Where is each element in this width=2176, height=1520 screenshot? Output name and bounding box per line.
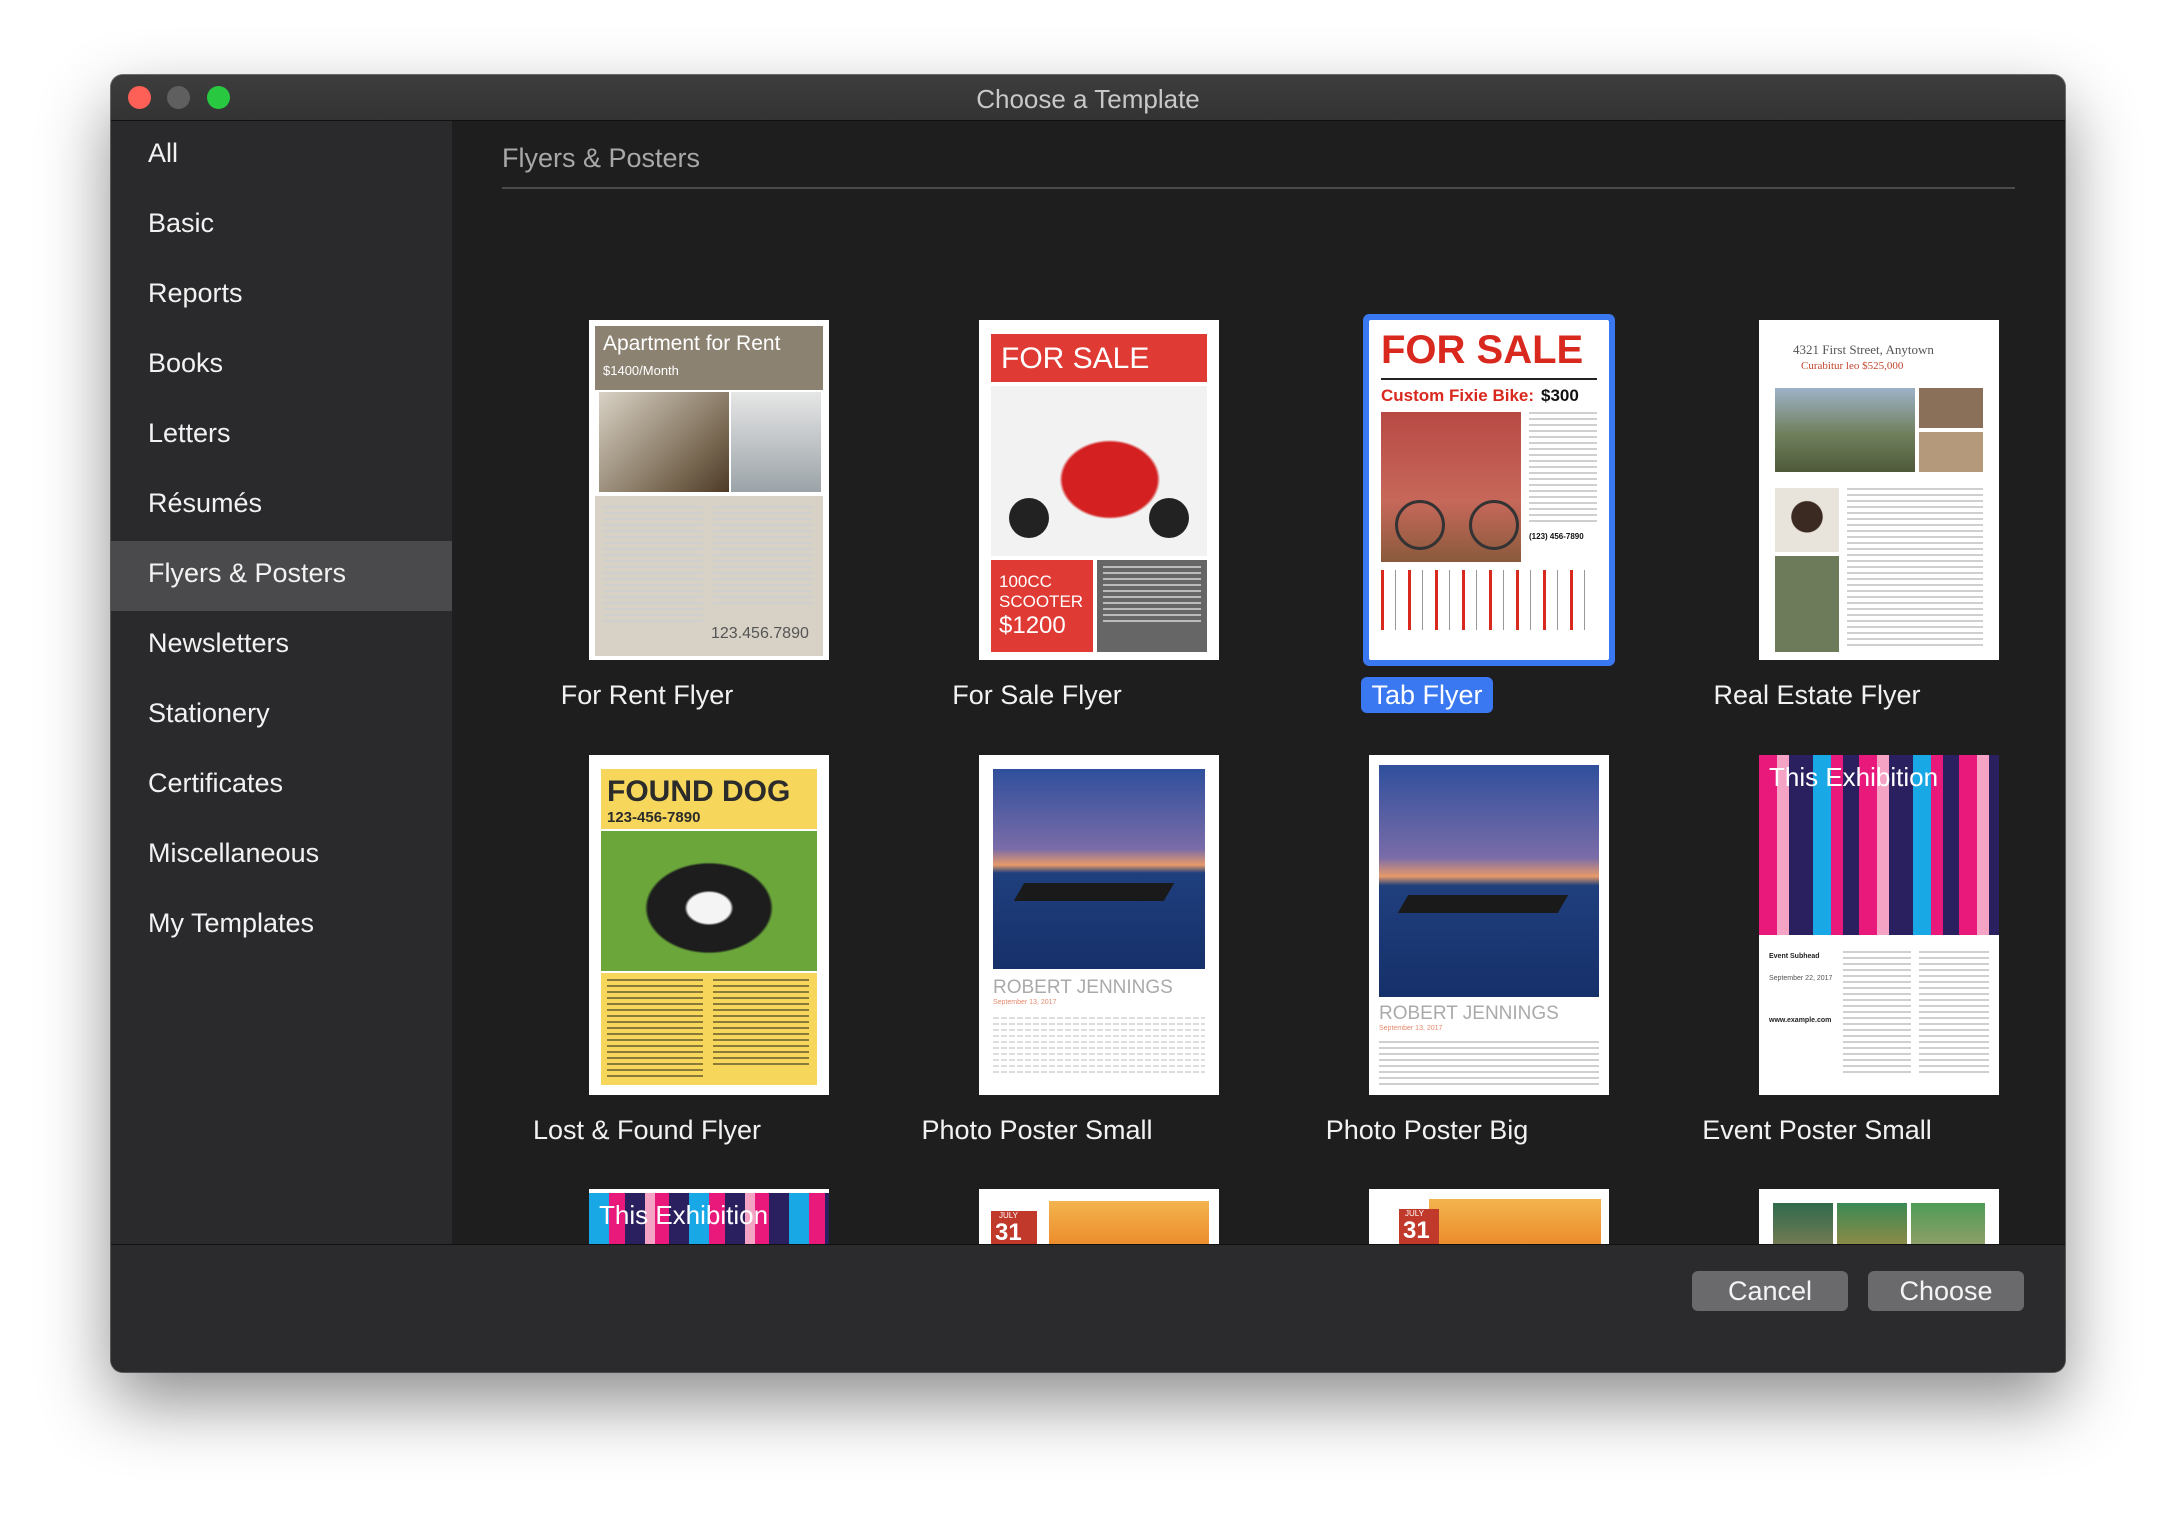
title-bar: Choose a Template — [111, 75, 2065, 121]
template-thumbnail[interactable]: FOR SALE Custom Fixie Bike: $300 (123) 4… — [1232, 320, 1622, 660]
template-thumbnail[interactable]: FOUND DOG 123-456-7890 — [452, 755, 842, 1095]
cancel-button[interactable]: Cancel — [1692, 1271, 1848, 1311]
window-title: Choose a Template — [976, 84, 1200, 114]
sidebar-item-flyers-posters[interactable]: Flyers & Posters — [111, 541, 452, 611]
template-thumbnail[interactable]: ROBERT JENNINGS September 13, 2017 — [1232, 755, 1622, 1095]
choose-button[interactable]: Choose — [1868, 1271, 2024, 1311]
sidebar-item-certificates[interactable]: Certificates — [111, 751, 452, 821]
template-label: Photo Poster Big — [1325, 1115, 1529, 1145]
template-thumbnail[interactable]: 4321 First Street, Anytown Curabitur leo… — [1622, 320, 2012, 660]
sidebar-item-miscellaneous[interactable]: Miscellaneous — [111, 821, 452, 891]
dialog-footer: Cancel Choose — [111, 1244, 2065, 1372]
template-label: Lost & Found Flyer — [532, 1115, 762, 1145]
template-label: Tab Flyer — [1232, 677, 1622, 713]
sidebar-item-books[interactable]: Books — [111, 331, 452, 401]
template-label: Event Poster Small — [1702, 1115, 1932, 1145]
template-chooser-window: Choose a Template All Basic Reports Book… — [111, 75, 2065, 1372]
template-label: Photo Poster Small — [921, 1115, 1153, 1145]
sidebar-item-all[interactable]: All — [111, 121, 452, 191]
sidebar-item-resumes[interactable]: Résumés — [111, 471, 452, 541]
sidebar-item-letters[interactable]: Letters — [111, 401, 452, 471]
template-label: For Rent Flyer — [560, 680, 734, 710]
template-thumbnail[interactable]: This Exhibition Event Subhead September … — [1622, 755, 2012, 1095]
template-label: For Sale Flyer — [952, 680, 1122, 710]
template-label: Real Estate Flyer — [1713, 680, 1921, 710]
template-thumbnail[interactable]: This Exhibition — [452, 1189, 842, 1245]
category-sidebar: All Basic Reports Books Letters Résumés … — [111, 121, 452, 1245]
template-thumbnail[interactable]: Apartment for Rent $1400/Month 123.456.7… — [452, 320, 842, 660]
sidebar-item-stationery[interactable]: Stationery — [111, 681, 452, 751]
template-thumbnail[interactable]: JULY 31 — [1232, 1189, 1622, 1245]
sidebar-item-basic[interactable]: Basic — [111, 191, 452, 261]
sidebar-item-reports[interactable]: Reports — [111, 261, 452, 331]
template-gallery: Flyers & Posters Apartment for Rent $140… — [452, 121, 2065, 1245]
template-thumbnail[interactable] — [1622, 1189, 2012, 1245]
template-thumbnail[interactable]: ROBERT JENNINGS September 13, 2017 — [842, 755, 1232, 1095]
section-divider — [502, 187, 2015, 189]
sidebar-item-newsletters[interactable]: Newsletters — [111, 611, 452, 681]
section-title: Flyers & Posters — [502, 143, 701, 173]
template-thumbnail[interactable]: FOR SALE 100CC SCOOTER $1200 — [842, 320, 1232, 660]
sidebar-item-my-templates[interactable]: My Templates — [111, 891, 452, 961]
template-thumbnail[interactable]: JULY 31 — [842, 1189, 1232, 1245]
